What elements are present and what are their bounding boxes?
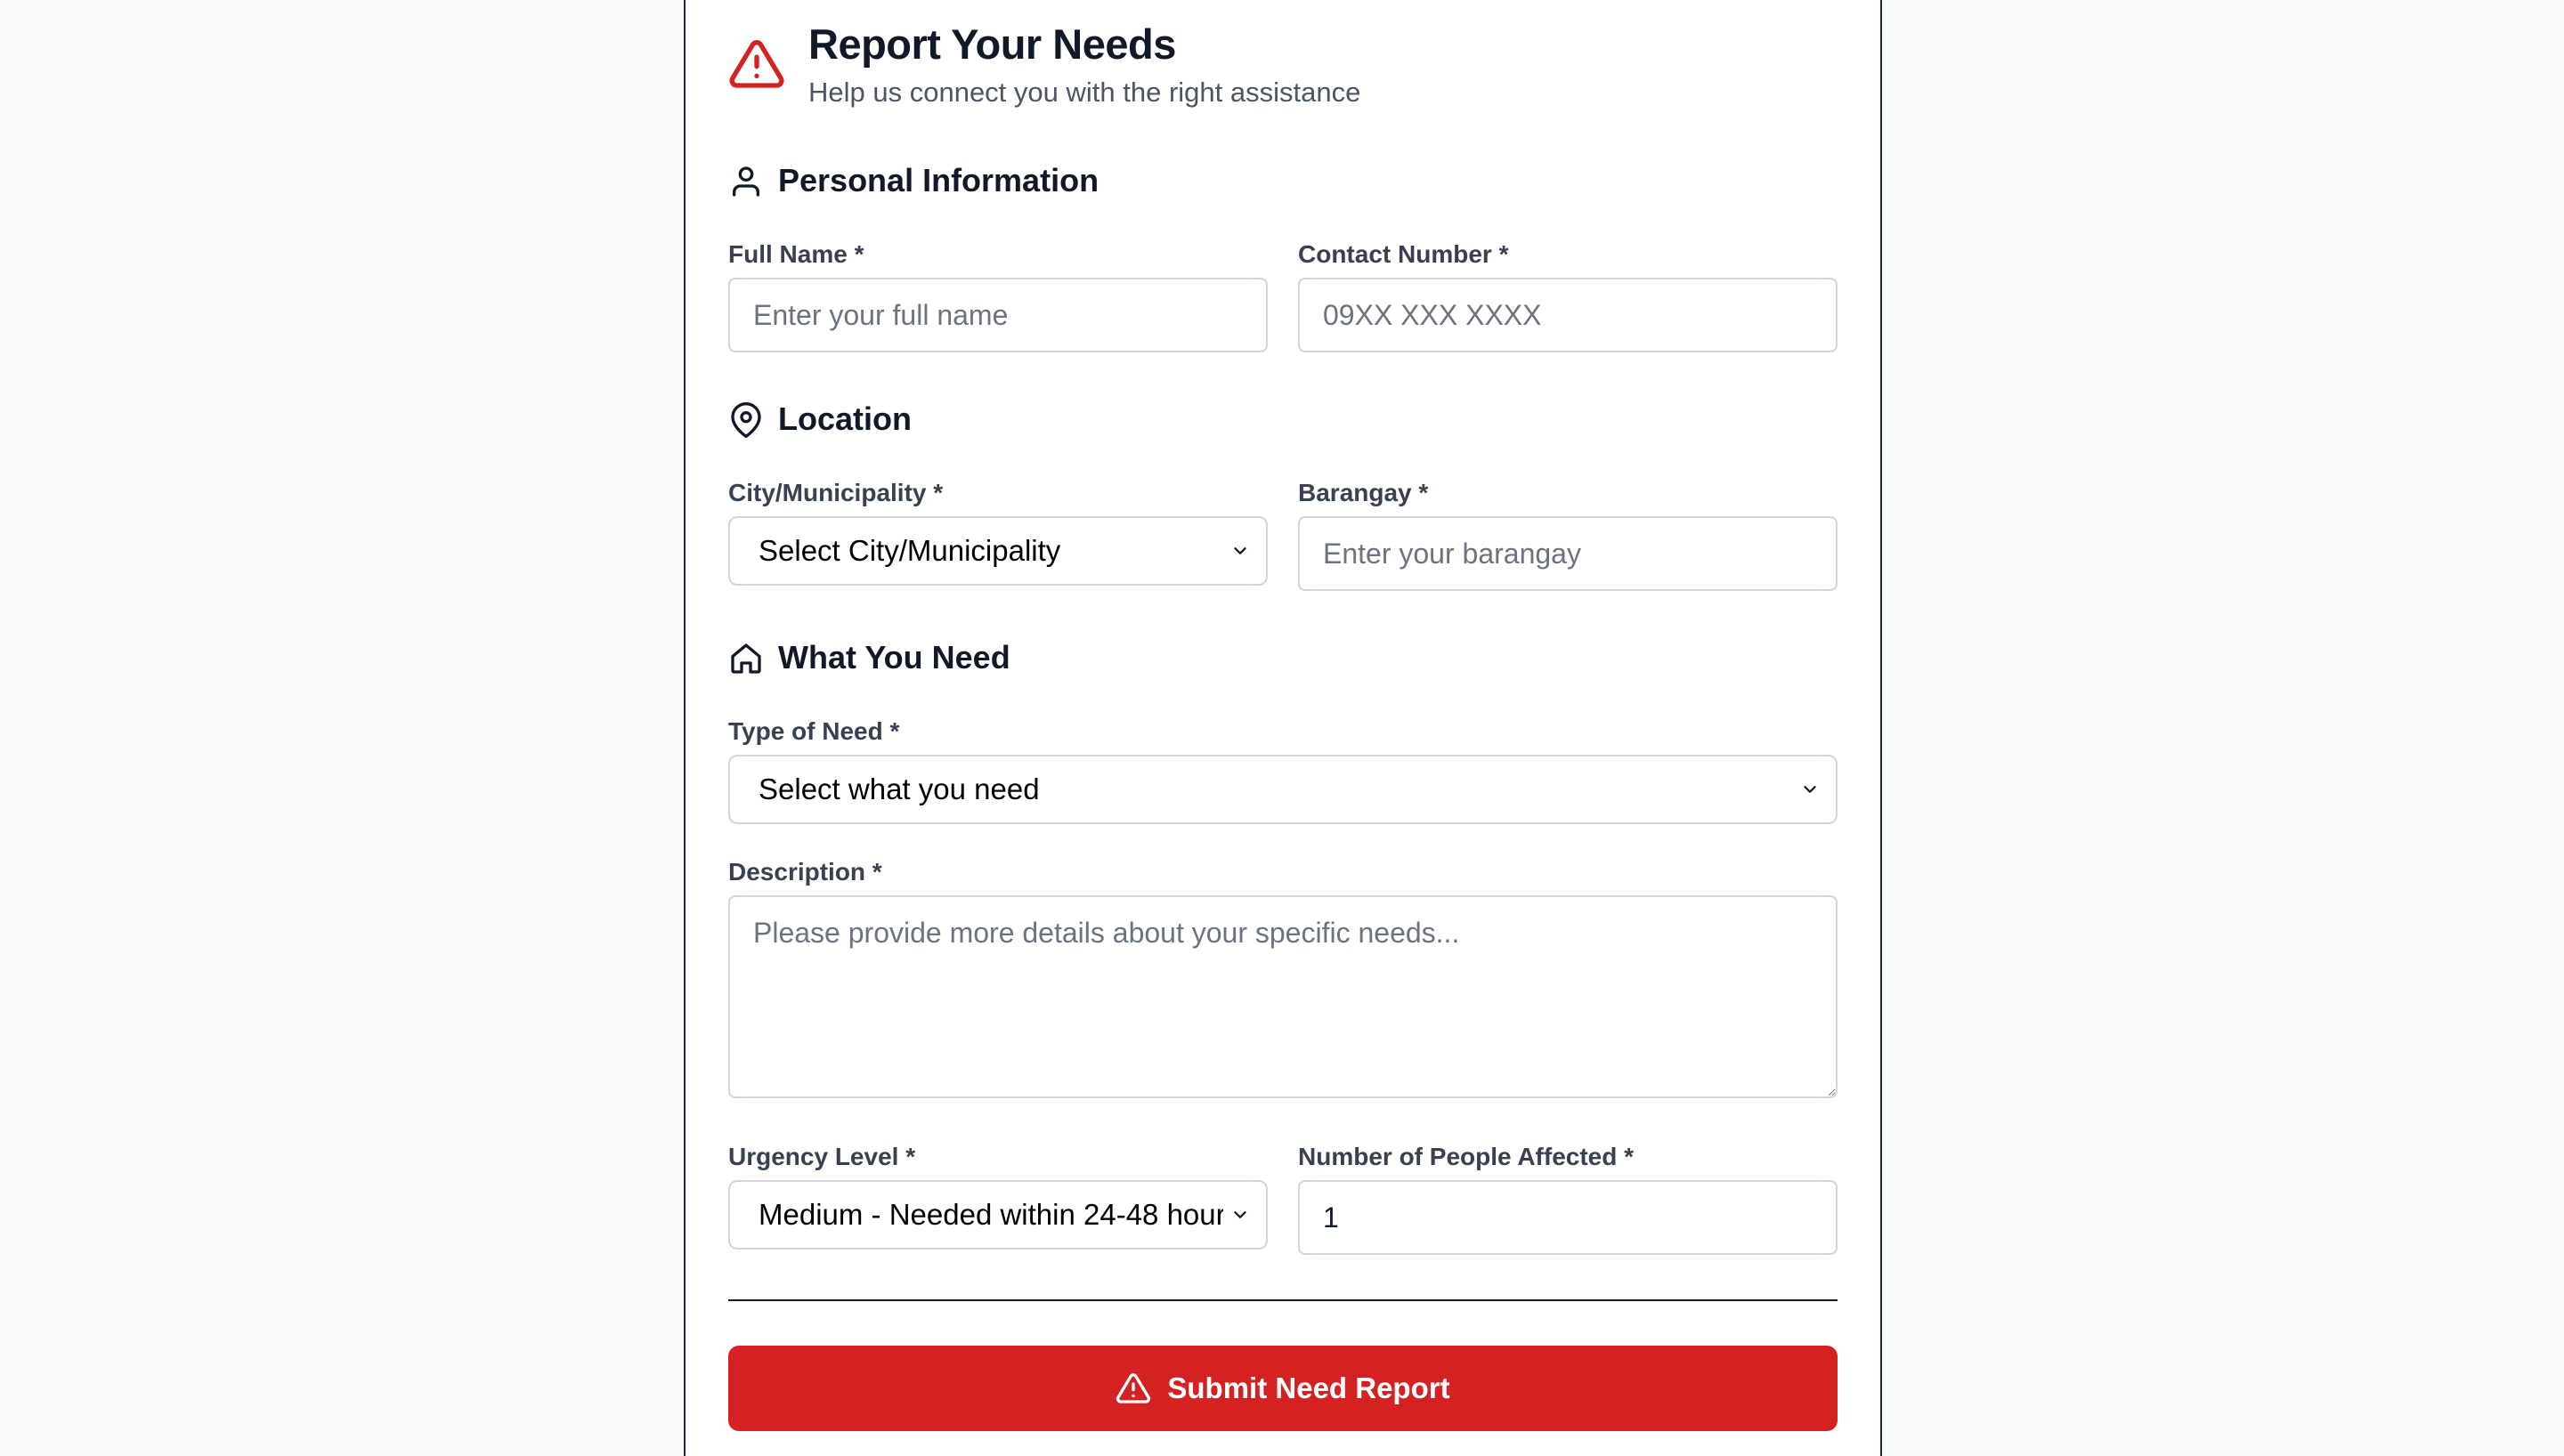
barangay-label: Barangay * xyxy=(1298,479,1429,506)
full-name-label: Full Name * xyxy=(728,240,864,268)
city-label: City/Municipality * xyxy=(728,479,944,506)
city-select-value: Select City/Municipality xyxy=(759,534,1061,567)
user-icon xyxy=(733,166,759,197)
full-name-input[interactable] xyxy=(728,278,1268,352)
urgency-select[interactable]: Medium - Needed within 24-48 hours xyxy=(728,1180,1268,1250)
contact-number-input[interactable] xyxy=(1298,278,1838,352)
urgency-select-value: Medium - Needed within 24-48 hours xyxy=(759,1198,1223,1231)
need-type-select[interactable]: Select what you need xyxy=(728,755,1838,824)
map-pin-icon xyxy=(731,402,761,438)
submit-button-label: Submit Need Report xyxy=(1167,1371,1450,1404)
section-title-personal: Personal Information xyxy=(778,162,1099,198)
need-type-select-value: Select what you need xyxy=(759,772,1040,805)
chevron-down-icon xyxy=(1804,786,1816,793)
urgency-label: Urgency Level * xyxy=(728,1143,916,1170)
page-subtitle: Help us connect you with the right assis… xyxy=(808,77,1361,108)
form-divider xyxy=(728,1299,1838,1301)
page-title: Report Your Needs xyxy=(808,20,1176,68)
alert-triangle-icon xyxy=(1116,1373,1151,1403)
people-affected-input[interactable] xyxy=(1298,1180,1838,1255)
chevron-down-icon xyxy=(1234,1211,1246,1218)
people-affected-label: Number of People Affected * xyxy=(1298,1143,1635,1170)
report-needs-card: Report Your Needs Help us connect you wi… xyxy=(684,0,1882,1456)
section-title-need: What You Need xyxy=(778,639,1010,675)
description-label: Description * xyxy=(728,858,882,886)
description-textarea[interactable] xyxy=(728,895,1838,1098)
section-title-location: Location xyxy=(778,400,912,437)
home-icon xyxy=(731,643,761,674)
submit-need-report-button[interactable]: Submit Need Report xyxy=(728,1346,1838,1431)
barangay-input[interactable] xyxy=(1298,516,1838,591)
alert-triangle-icon xyxy=(729,40,784,88)
chevron-down-icon xyxy=(1234,547,1246,554)
contact-number-label: Contact Number * xyxy=(1298,240,1509,268)
city-select[interactable]: Select City/Municipality xyxy=(728,516,1268,586)
need-type-label: Type of Need * xyxy=(728,717,900,745)
